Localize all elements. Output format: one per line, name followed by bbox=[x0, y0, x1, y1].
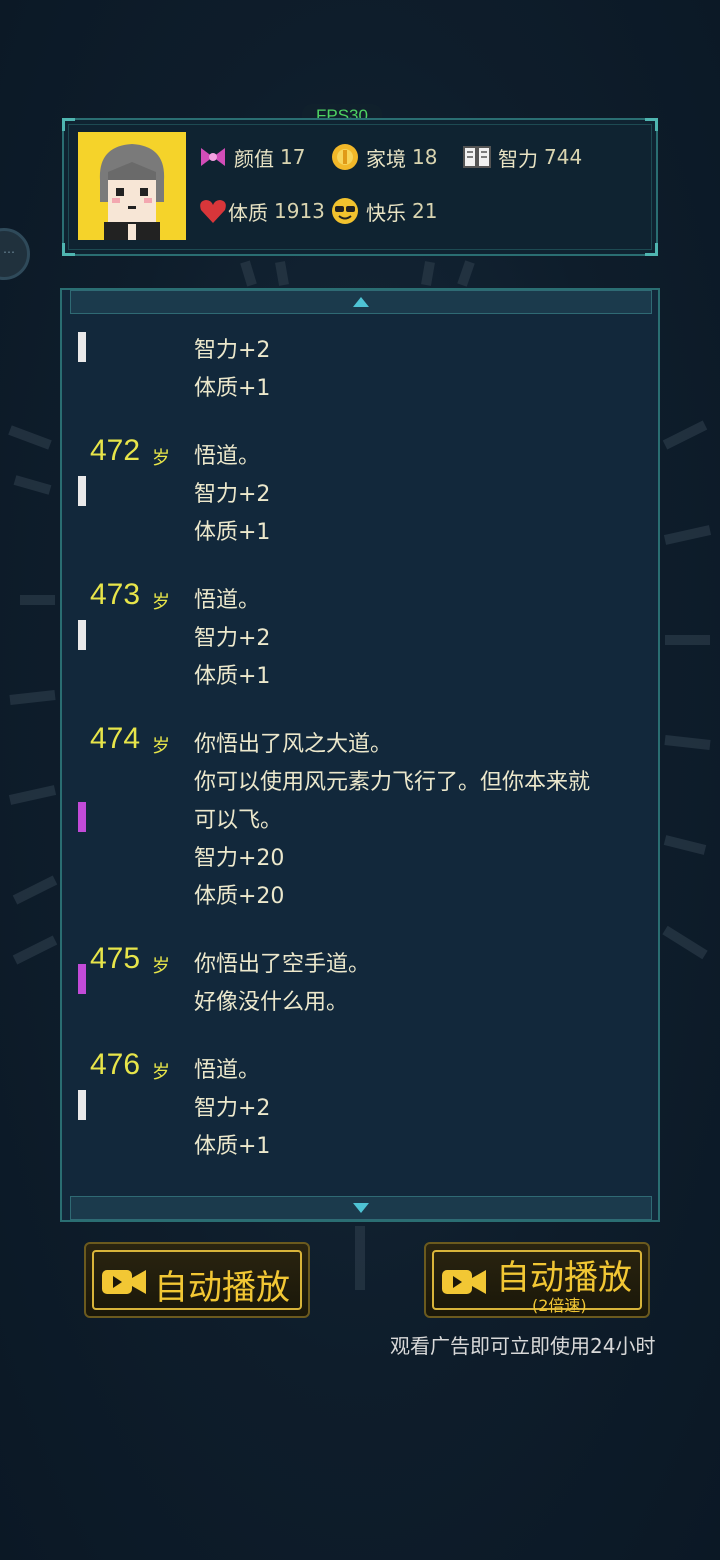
log-line: 智力+20 bbox=[194, 846, 285, 871]
auto-play-button[interactable]: 自动播放 bbox=[84, 1242, 310, 1318]
video-camera-icon bbox=[102, 1270, 146, 1294]
stat-constitution-value: 1913 bbox=[274, 199, 325, 223]
stat-intelligence-label: 智力 bbox=[498, 146, 538, 171]
age-unit: 岁 bbox=[152, 448, 170, 469]
log-line: 智力+2 bbox=[194, 338, 271, 363]
stat-appearance: 颜值 17 bbox=[198, 142, 305, 172]
entry-marker bbox=[78, 620, 86, 650]
age-unit: 岁 bbox=[152, 1062, 170, 1083]
log-line: 体质+1 bbox=[194, 1134, 271, 1159]
side-badge-button[interactable]: ⋯ bbox=[0, 228, 30, 280]
stat-family-label: 家境 bbox=[366, 146, 406, 171]
entry-age: 475 bbox=[90, 942, 141, 975]
age-unit: 岁 bbox=[152, 592, 170, 613]
age-unit: 岁 bbox=[152, 736, 170, 757]
corner-decoration bbox=[62, 118, 75, 131]
heart-icon bbox=[200, 200, 226, 223]
arrow-up-icon bbox=[353, 297, 369, 307]
stat-appearance-value: 17 bbox=[280, 145, 306, 169]
pixel-character-icon bbox=[78, 132, 186, 240]
log-line: 智力+2 bbox=[194, 482, 271, 507]
stat-constitution: 体质 1913 bbox=[198, 196, 325, 226]
entry-age: 476 bbox=[90, 1048, 141, 1081]
log-line: 可以飞。 bbox=[194, 808, 283, 833]
stat-appearance-label: 颜值 bbox=[234, 146, 274, 171]
stats-panel: 颜值 17 家境 18 智力 744 体质 1913 快乐 21 bbox=[62, 118, 658, 256]
log-line: 好像没什么用。 bbox=[194, 990, 349, 1015]
coin-icon bbox=[332, 144, 358, 170]
log-line: 体质+20 bbox=[194, 884, 285, 909]
stat-intelligence-value: 744 bbox=[544, 145, 583, 169]
log-line: 悟道。 bbox=[194, 1058, 261, 1083]
stat-family: 家境 18 bbox=[330, 142, 437, 172]
arrow-down-icon bbox=[353, 1203, 369, 1213]
entry-marker bbox=[78, 802, 86, 832]
stat-constitution-label: 体质 bbox=[228, 200, 268, 225]
entry-age: 472 bbox=[90, 434, 141, 467]
stat-intelligence: 智力 744 bbox=[462, 142, 582, 172]
auto-play-label: 自动播放 bbox=[154, 1268, 290, 1308]
entry-age: 473 bbox=[90, 578, 141, 611]
avatar[interactable] bbox=[78, 132, 186, 240]
ad-note: 观看广告即可立即使用24小时 bbox=[390, 1334, 656, 1358]
auto-play-2x-sublabel: (2倍速) bbox=[532, 1296, 587, 1315]
log-line: 你悟出了风之大道。 bbox=[194, 732, 393, 757]
entry-age: 474 bbox=[90, 722, 141, 755]
entry-marker bbox=[78, 332, 86, 362]
log-line: 悟道。 bbox=[194, 588, 261, 613]
auto-play-2x-button[interactable]: 自动播放 (2倍速) bbox=[424, 1242, 650, 1318]
bow-icon bbox=[201, 148, 225, 166]
sunglasses-face-icon bbox=[332, 198, 358, 224]
log-line: 你可以使用风元素力飞行了。但你本来就 bbox=[194, 770, 591, 795]
stat-happiness-value: 21 bbox=[412, 199, 438, 223]
log-line: 悟道。 bbox=[194, 444, 261, 469]
log-line: 体质+1 bbox=[194, 376, 271, 401]
stat-happiness-label: 快乐 bbox=[366, 200, 406, 225]
log-line: 你悟出了空手道。 bbox=[194, 952, 371, 977]
age-unit: 岁 bbox=[152, 956, 170, 977]
corner-decoration bbox=[645, 243, 658, 256]
corner-decoration bbox=[645, 118, 658, 131]
badge-glyph: ⋯ bbox=[3, 245, 15, 259]
log-line: 智力+2 bbox=[194, 1096, 271, 1121]
life-log-panel[interactable]: 智力+2 体质+1 472 岁 悟道。 智力+2 体质+1 473 岁 悟道。 … bbox=[60, 288, 660, 1222]
scroll-down-button[interactable] bbox=[70, 1196, 652, 1220]
scroll-up-button[interactable] bbox=[70, 290, 652, 314]
log-line: 智力+2 bbox=[194, 626, 271, 651]
log-line: 体质+1 bbox=[194, 664, 271, 689]
entry-marker bbox=[78, 964, 86, 994]
book-icon bbox=[463, 146, 491, 168]
video-camera-icon bbox=[442, 1270, 486, 1294]
entry-marker bbox=[78, 1090, 86, 1120]
log-line: 体质+1 bbox=[194, 520, 271, 545]
entry-marker bbox=[78, 476, 86, 506]
stat-happiness: 快乐 21 bbox=[330, 196, 437, 226]
corner-decoration bbox=[62, 243, 75, 256]
stat-family-value: 18 bbox=[412, 145, 438, 169]
